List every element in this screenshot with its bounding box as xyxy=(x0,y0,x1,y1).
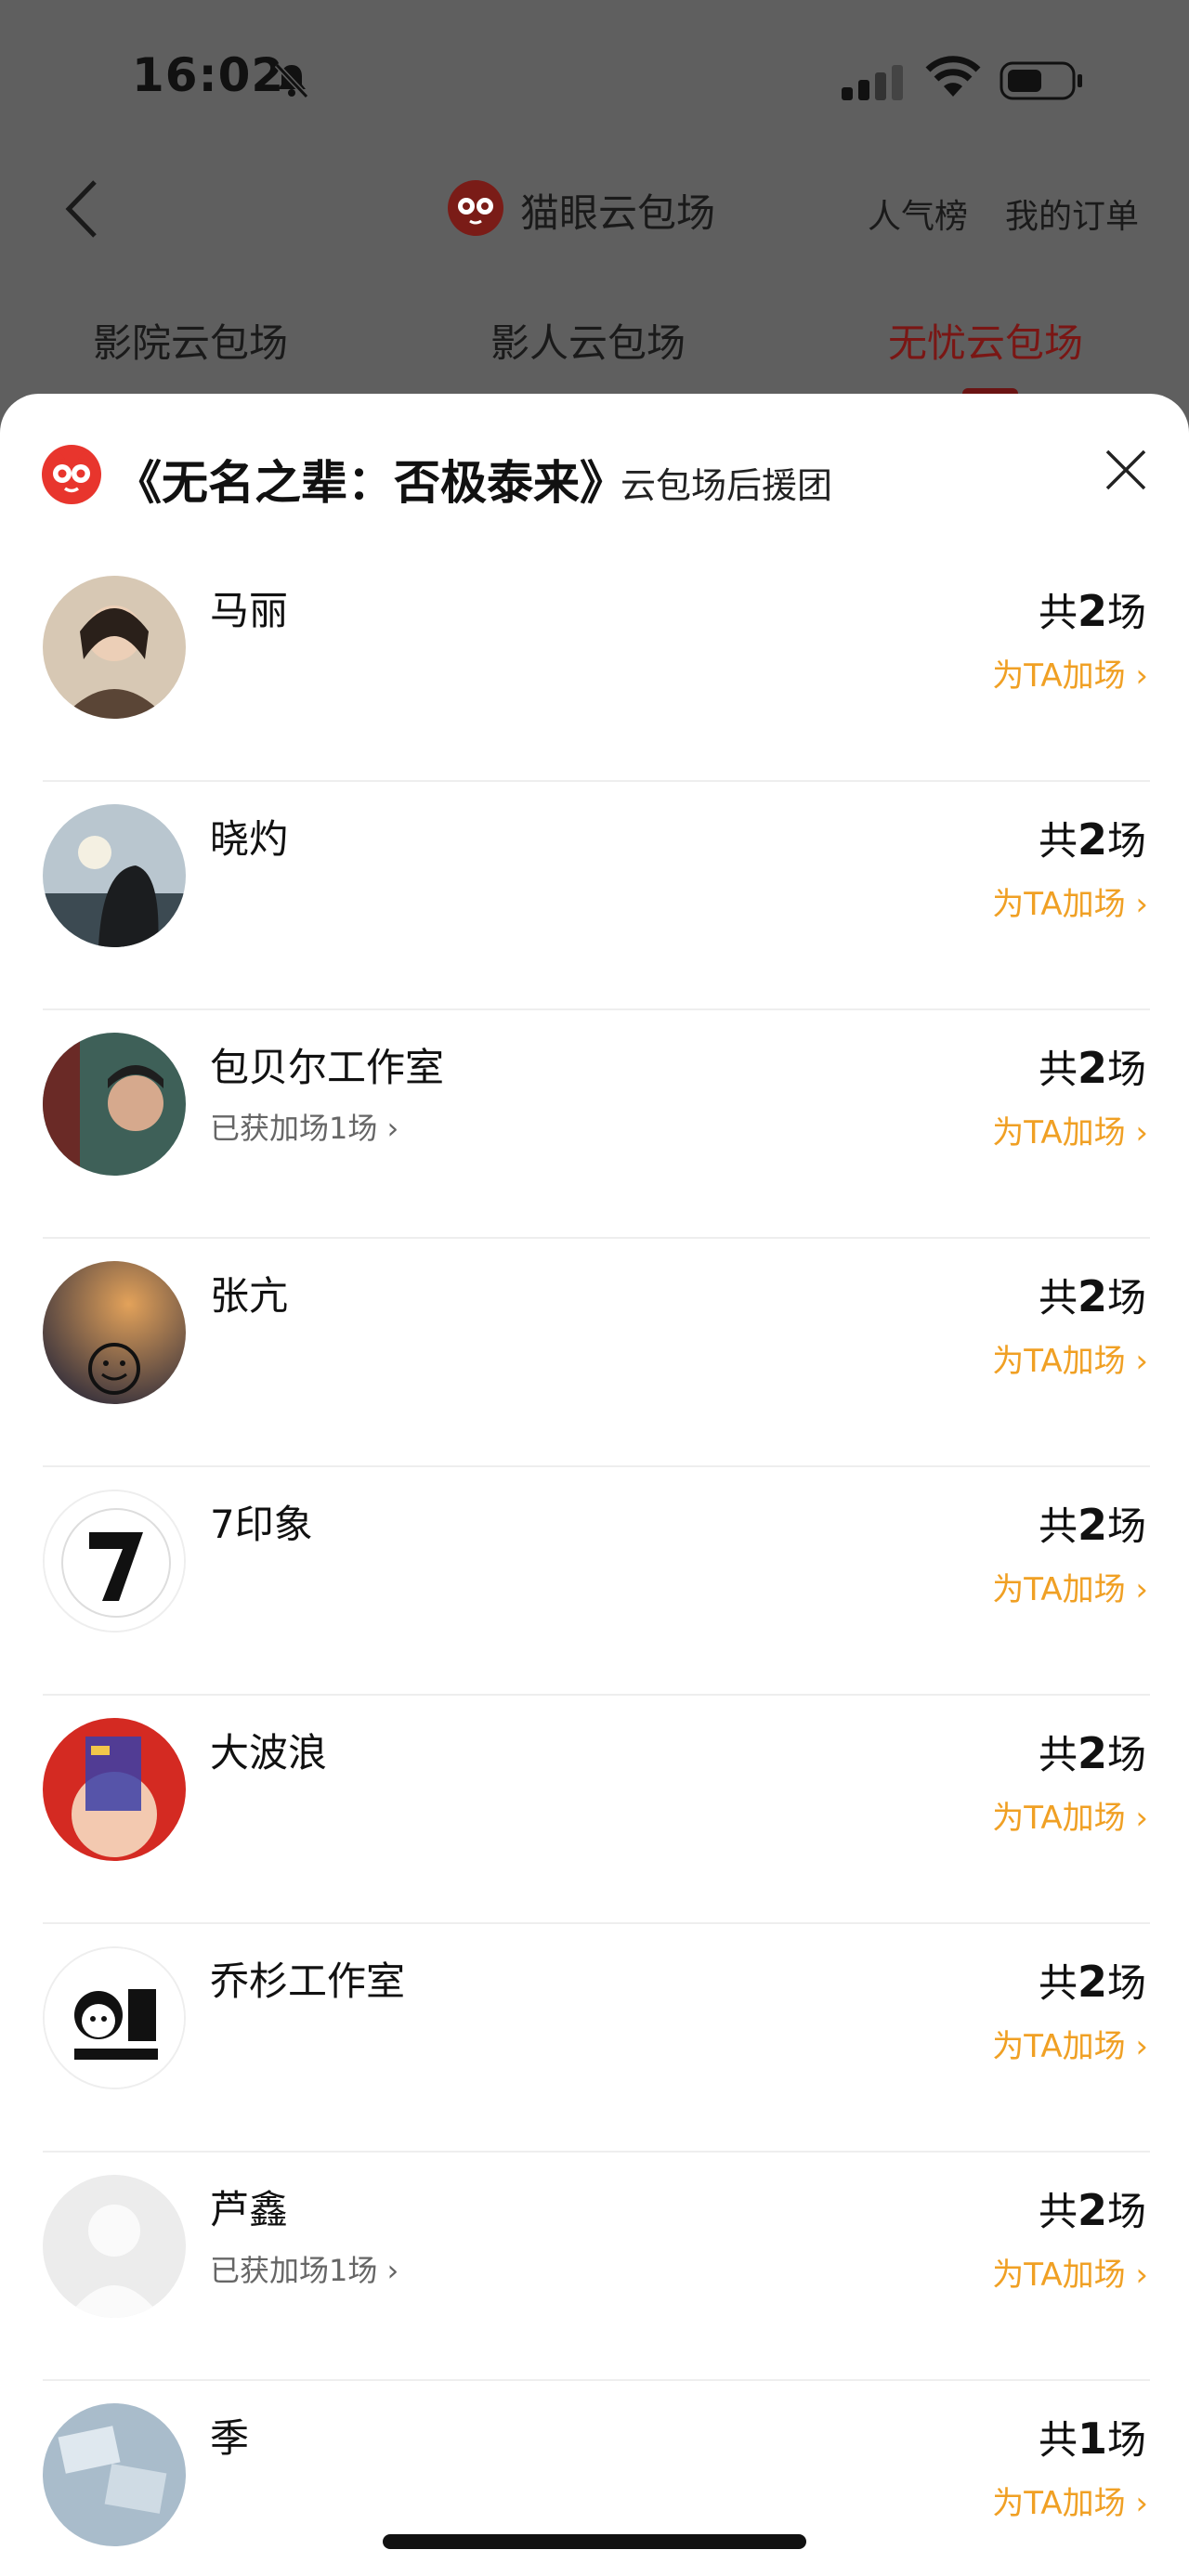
battery-icon xyxy=(1000,61,1082,100)
screening-count: 共1场 xyxy=(1038,2413,1146,2464)
nav-title: 猫眼云包场 xyxy=(520,190,716,236)
tab-cinema-booking[interactable]: 影院云包场 xyxy=(93,312,288,369)
screening-count: 共2场 xyxy=(1038,1728,1146,1778)
boost-received-link[interactable]: 已获加场1场 › xyxy=(210,2247,399,2290)
bell-muted-icon xyxy=(274,62,309,99)
supporter-name: 马丽 xyxy=(210,588,289,633)
supporter-name: 包贝尔工作室 xyxy=(210,1045,445,1090)
list-item[interactable]: 芦鑫 已获加场1场 › 共2场 为TA加场 › xyxy=(0,2153,1189,2381)
maoyan-logo-icon xyxy=(42,445,101,504)
status-bar: 16:02 xyxy=(0,0,1189,158)
add-screening-link[interactable]: 为TA加场 › xyxy=(992,650,1148,696)
avatar xyxy=(43,1490,186,1633)
list-item[interactable]: 乔杉工作室 共2场 为TA加场 › xyxy=(0,1924,1189,2153)
movie-title: 《无名之辈：否极泰来》 xyxy=(115,456,626,510)
tab-carefree-booking[interactable]: 无忧云包场 xyxy=(888,312,1083,369)
maoyan-logo-icon xyxy=(448,180,503,236)
add-screening-link[interactable]: 为TA加场 › xyxy=(992,2249,1148,2295)
list-item[interactable]: 包贝尔工作室 已获加场1场 › 共2场 为TA加场 › xyxy=(0,1010,1189,1239)
wifi-icon xyxy=(925,56,981,97)
screening-count: 共2场 xyxy=(1038,1500,1146,1550)
sheet-subtitle: 云包场后援团 xyxy=(621,465,833,506)
supporter-name: 芦鑫 xyxy=(210,2187,289,2232)
supporter-list: 马丽 共2场 为TA加场 › 晓灼 共2场 为TA加场 › 包贝尔工作室 已获加… xyxy=(0,553,1189,2576)
list-item[interactable]: 晓灼 共2场 为TA加场 › xyxy=(0,782,1189,1010)
add-screening-link[interactable]: 为TA加场 › xyxy=(992,1792,1148,1838)
add-screening-link[interactable]: 为TA加场 › xyxy=(992,1107,1148,1152)
avatar xyxy=(43,1261,186,1404)
popularity-rank-link[interactable]: 人气榜 xyxy=(868,189,968,238)
list-item[interactable]: 大波浪 共2场 为TA加场 › xyxy=(0,1696,1189,1924)
sheet-header: 《无名之辈：否极泰来》 云包场后援团 xyxy=(0,394,1189,553)
avatar xyxy=(43,1946,186,2089)
supporter-name: 乔杉工作室 xyxy=(210,1958,406,2004)
screening-count: 共2场 xyxy=(1038,586,1146,636)
supporter-name: 晓灼 xyxy=(210,816,289,862)
tab-filmmaker-booking[interactable]: 影人云包场 xyxy=(490,312,686,369)
add-screening-link[interactable]: 为TA加场 › xyxy=(992,1564,1148,1609)
my-orders-link[interactable]: 我的订单 xyxy=(1005,189,1139,238)
signal-icon xyxy=(842,65,903,100)
supporter-name: 季 xyxy=(210,2415,250,2461)
back-chevron-icon[interactable] xyxy=(63,178,100,240)
avatar xyxy=(43,2175,186,2318)
add-screening-link[interactable]: 为TA加场 › xyxy=(992,2478,1148,2523)
avatar xyxy=(43,1718,186,1861)
status-time: 16:02 xyxy=(132,48,285,102)
supporter-name: 7印象 xyxy=(210,1502,313,1547)
avatar xyxy=(43,1033,186,1176)
avatar xyxy=(43,804,186,947)
supporter-name: 张亢 xyxy=(210,1273,289,1319)
screening-count: 共2场 xyxy=(1038,1957,1146,2007)
close-icon[interactable] xyxy=(1104,448,1148,492)
screening-count: 共2场 xyxy=(1038,2185,1146,2235)
boost-received-link[interactable]: 已获加场1场 › xyxy=(210,1105,399,1148)
screening-count: 共2场 xyxy=(1038,814,1146,865)
home-indicator xyxy=(383,2534,806,2549)
list-item[interactable]: 马丽 共2场 为TA加场 › xyxy=(0,553,1189,782)
supporter-name: 大波浪 xyxy=(210,1730,328,1776)
list-item[interactable]: 7印象 共2场 为TA加场 › xyxy=(0,1467,1189,1696)
background-page: 16:02 猫眼云包场 人气榜 我的订单 影院云包场 影人云包场 无忧云包场 xyxy=(0,0,1189,409)
add-screening-link[interactable]: 为TA加场 › xyxy=(992,1335,1148,1381)
screening-count: 共2场 xyxy=(1038,1043,1146,1093)
avatar xyxy=(43,576,186,719)
add-screening-link[interactable]: 为TA加场 › xyxy=(992,2021,1148,2066)
avatar xyxy=(43,2403,186,2546)
list-item[interactable]: 张亢 共2场 为TA加场 › xyxy=(0,1239,1189,1467)
supporters-sheet: 《无名之辈：否极泰来》 云包场后援团 马丽 共2场 为TA加场 › 晓灼 共2场… xyxy=(0,394,1189,2576)
add-screening-link[interactable]: 为TA加场 › xyxy=(992,878,1148,924)
screening-count: 共2场 xyxy=(1038,1271,1146,1321)
